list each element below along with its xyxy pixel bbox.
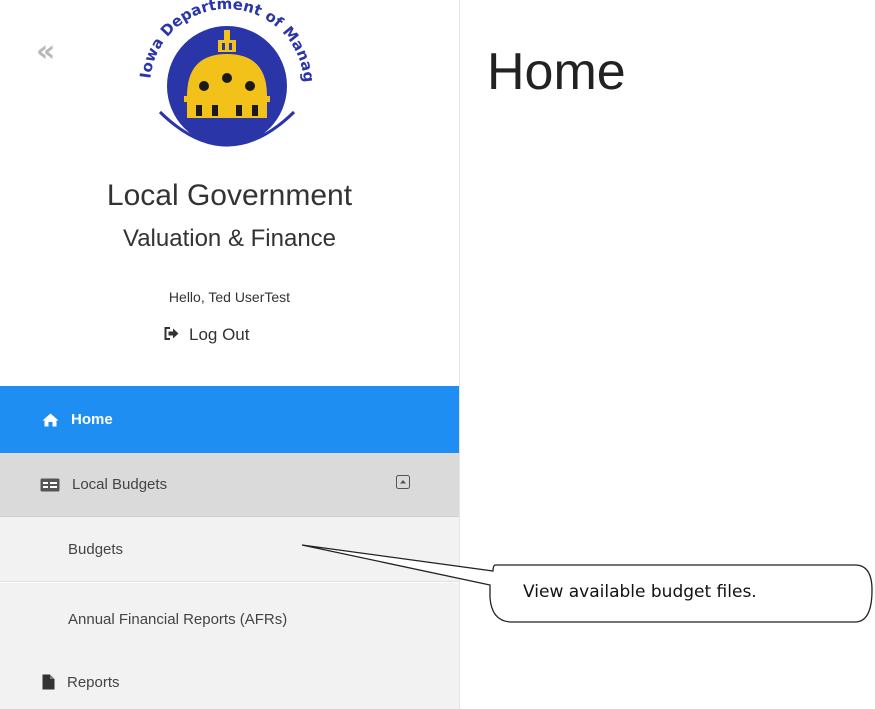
- collapse-section-icon[interactable]: [396, 475, 410, 489]
- nav-local-budgets-label: Local Budgets: [72, 476, 168, 493]
- budget-card-icon: [40, 478, 60, 492]
- app-title: Local Government: [106, 179, 353, 212]
- nav-reports-label: Reports: [67, 673, 120, 691]
- logout-link[interactable]: Log Out: [164, 322, 250, 348]
- page-title: Home: [487, 43, 626, 101]
- nav-item-afrs[interactable]: Annual Financial Reports (AFRs): [0, 583, 459, 655]
- sign-out-icon: [164, 322, 179, 348]
- user-greeting: Hello, Ted UserTest: [168, 289, 291, 305]
- nav-item-reports[interactable]: Reports: [0, 655, 459, 709]
- nav-home-label: Home: [71, 411, 113, 428]
- home-icon: [42, 413, 59, 427]
- nav-item-home[interactable]: Home: [0, 386, 459, 453]
- callout-text: View available budget files.: [523, 582, 757, 602]
- app-subtitle: Valuation & Finance: [122, 225, 337, 252]
- file-icon: [42, 674, 55, 690]
- department-logo: Iowa Department of Management: [124, 0, 322, 160]
- sidebar: « Iowa Department of Management: [0, 0, 460, 709]
- nav-item-budgets[interactable]: Budgets: [0, 517, 459, 582]
- collapse-sidebar-icon[interactable]: «: [36, 36, 72, 68]
- logout-label: Log Out: [189, 325, 250, 344]
- nav-item-local-budgets[interactable]: Local Budgets: [0, 453, 459, 517]
